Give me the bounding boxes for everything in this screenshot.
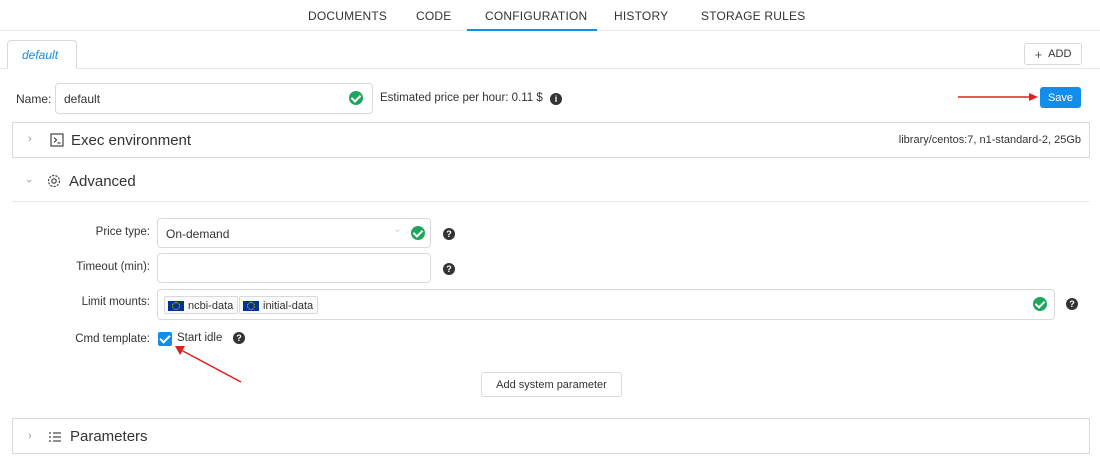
timeout-input[interactable]	[157, 253, 431, 283]
limit-mounts-input[interactable]: ncbi-data initial-data	[157, 289, 1055, 320]
chevron-right-icon: ›	[28, 430, 32, 442]
help-icon[interactable]: ?	[443, 228, 455, 240]
chevron-right-icon: ›	[28, 133, 32, 145]
list-icon	[49, 432, 61, 442]
help-icon[interactable]: ?	[233, 332, 245, 344]
price-type-value: On-demand	[166, 227, 230, 241]
cmd-template-label: Cmd template:	[75, 333, 150, 345]
advanced-title: Advanced	[69, 173, 136, 190]
exec-environment-title: Exec environment	[71, 132, 192, 149]
mount-tag[interactable]: initial-data	[239, 296, 319, 314]
mount-tag[interactable]: ncbi-data	[164, 296, 239, 314]
parameters-panel[interactable]: › Parameters	[12, 418, 1090, 454]
add-system-parameter-button[interactable]: Add system parameter	[481, 372, 622, 397]
start-idle-label[interactable]: Start idle	[177, 332, 222, 344]
chevron-down-icon: ›	[392, 228, 404, 233]
advanced-divider	[12, 201, 1090, 202]
arrow-to-save-icon	[958, 93, 1038, 101]
timeout-label: Timeout (min):	[76, 261, 150, 273]
eu-flag-icon	[168, 300, 184, 311]
parameters-title: Parameters	[70, 428, 148, 445]
help-icon[interactable]: ?	[1066, 298, 1078, 310]
help-icon[interactable]: ?	[443, 263, 455, 275]
price-type-select[interactable]: On-demand ›	[157, 218, 431, 248]
exec-environment-summary: library/centos:7, n1-standard-2, 25Gb	[898, 134, 1081, 146]
price-type-valid-check-icon	[411, 226, 425, 240]
advanced-panel-header[interactable]: › Advanced	[12, 163, 1090, 199]
limit-mounts-label: Limit mounts:	[81, 296, 150, 308]
arrow-to-start-idle-icon	[175, 346, 242, 383]
chevron-down-icon: ›	[22, 179, 35, 183]
limit-mounts-valid-check-icon	[1033, 297, 1047, 311]
start-idle-checkbox[interactable]	[158, 332, 172, 346]
exec-environment-panel[interactable]: › Exec environment library/centos:7, n1-…	[12, 122, 1090, 158]
eu-flag-icon	[243, 300, 259, 311]
terminal-icon	[50, 133, 64, 147]
gear-icon	[47, 174, 61, 188]
price-type-label: Price type:	[95, 226, 150, 238]
